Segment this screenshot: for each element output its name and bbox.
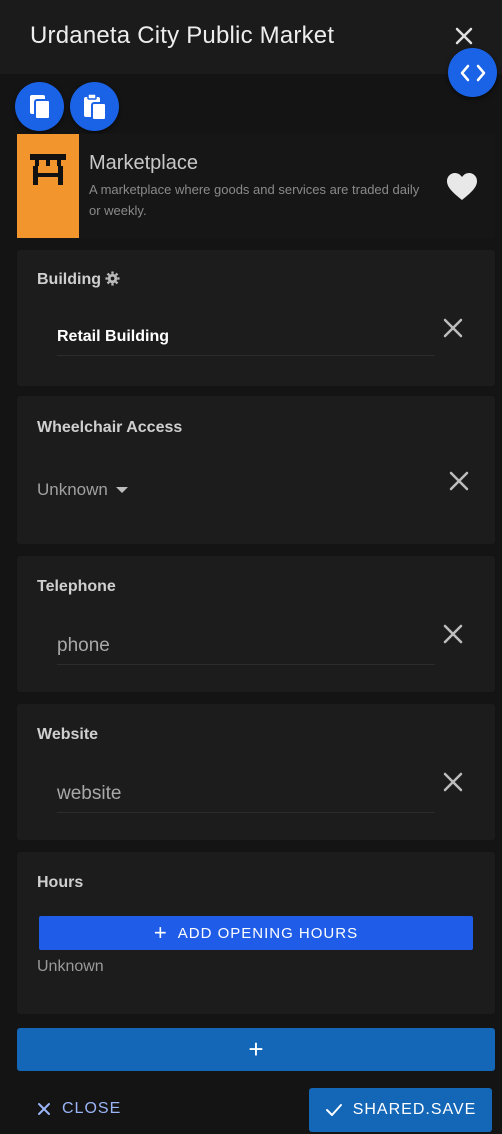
- add-opening-hours-label: ADD OPENING HOURS: [177, 924, 359, 942]
- building-label: Building: [37, 271, 120, 291]
- close-icon[interactable]: [452, 24, 476, 48]
- field-telephone: Telephone phone: [17, 556, 495, 692]
- save-label: SHARED.SAVE: [352, 1101, 477, 1118]
- preset-description: A marketplace where goods and services a…: [89, 182, 420, 218]
- code-brackets-icon: [460, 64, 485, 81]
- clear-telephone-icon[interactable]: [442, 623, 464, 645]
- field-hours: Hours + ADD OPENING HOURS Unknown: [17, 852, 495, 1014]
- clear-website-icon[interactable]: [442, 771, 464, 793]
- clear-wheelchair-icon[interactable]: [448, 470, 470, 492]
- add-opening-hours-button[interactable]: + ADD OPENING HOURS: [39, 916, 473, 950]
- footer: CLOSE SHARED.SAVE: [0, 1080, 502, 1134]
- page-title: Urdaneta City Public Market: [30, 22, 335, 49]
- check-icon: [325, 1104, 342, 1116]
- preset-name: Marketplace: [89, 152, 198, 174]
- copy-tags-button[interactable]: [15, 82, 64, 131]
- header: Urdaneta City Public Market: [0, 0, 502, 74]
- wheelchair-label: Wheelchair Access: [37, 419, 183, 436]
- paste-tags-button[interactable]: [70, 82, 119, 131]
- plus-icon: +: [153, 920, 168, 945]
- hours-label: Hours: [37, 874, 84, 891]
- wheelchair-select[interactable]: Unknown: [37, 480, 128, 500]
- building-input[interactable]: Retail Building: [57, 318, 435, 356]
- market-stall-icon: [30, 154, 66, 185]
- field-website: Website website: [17, 704, 495, 840]
- website-label: Website: [37, 726, 99, 743]
- code-view-button[interactable]: [448, 48, 497, 97]
- gear-icon[interactable]: [105, 271, 120, 291]
- edit-panel: Urdaneta City Public Market Marketplace …: [0, 0, 502, 1134]
- clear-building-icon[interactable]: [442, 317, 464, 339]
- field-wheelchair: Wheelchair Access Unknown: [17, 396, 495, 544]
- telephone-input[interactable]: phone: [57, 627, 435, 665]
- website-input[interactable]: website: [57, 775, 435, 813]
- close-label: CLOSE: [62, 1100, 122, 1117]
- preset-card[interactable]: Marketplace A marketplace where goods an…: [17, 134, 495, 238]
- paste-icon: [83, 92, 107, 121]
- save-button[interactable]: SHARED.SAVE: [309, 1088, 492, 1132]
- close-button[interactable]: CLOSE: [36, 1100, 121, 1118]
- copy-icon: [29, 94, 51, 120]
- wheelchair-value: Unknown: [37, 480, 108, 499]
- field-building: Building Retail Building: [17, 250, 495, 386]
- preset-icon-box: [17, 134, 79, 238]
- telephone-label: Telephone: [37, 578, 116, 595]
- add-field-button[interactable]: +: [17, 1028, 495, 1071]
- caret-down-icon: [115, 487, 128, 493]
- hours-value: Unknown: [37, 958, 104, 975]
- favorite-heart-icon[interactable]: [446, 172, 478, 202]
- close-icon: [38, 1103, 50, 1115]
- plus-icon: +: [248, 1034, 264, 1064]
